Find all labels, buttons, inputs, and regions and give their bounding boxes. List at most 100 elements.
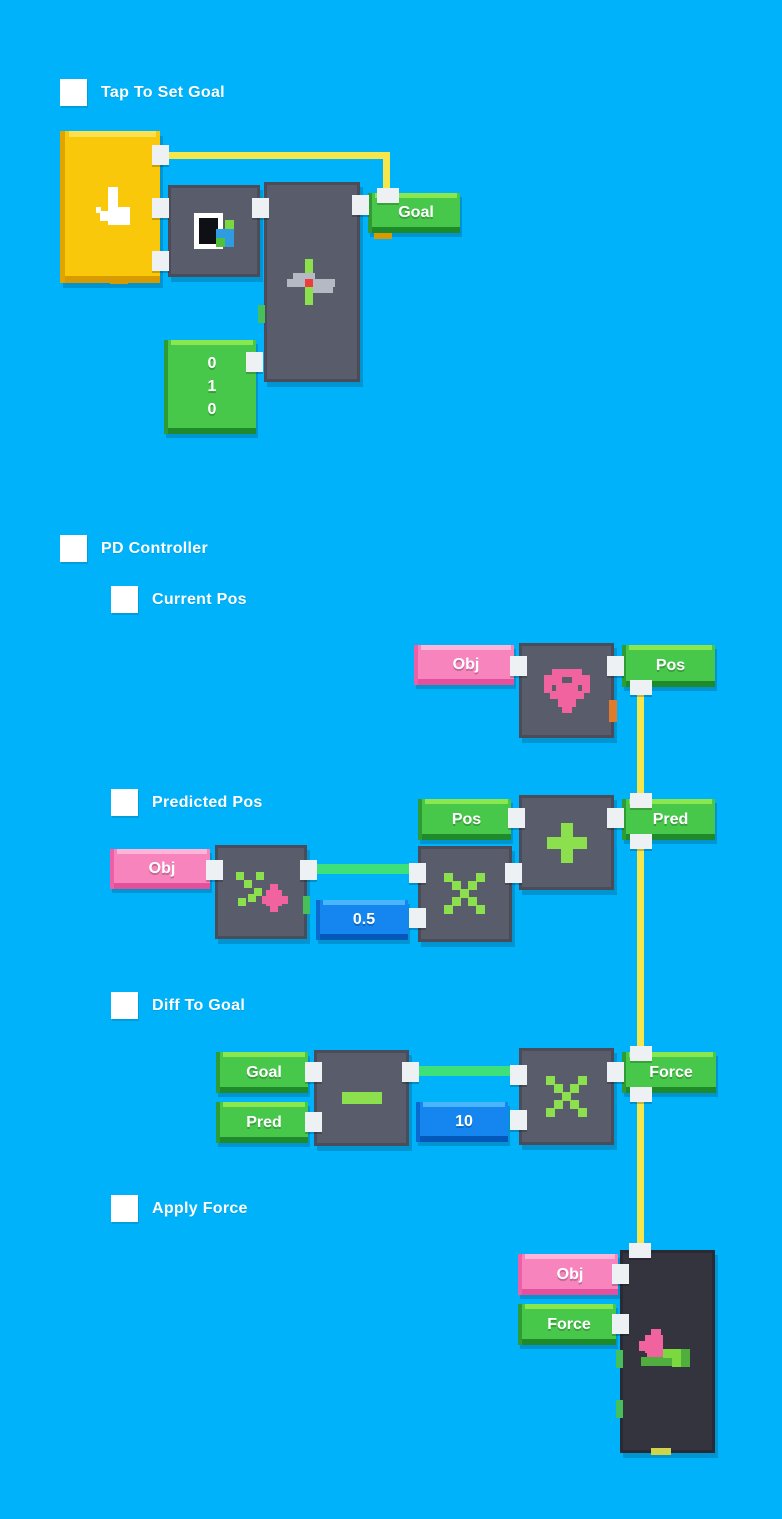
chip-label: Pos [655, 657, 686, 674]
chip-gain-constant[interactable]: 10 [416, 1102, 508, 1142]
section-header-apply-force[interactable]: Apply Force [111, 1195, 248, 1222]
socket-screen-to-world-out[interactable] [252, 198, 269, 218]
socket-raycast-in-normal[interactable] [246, 352, 263, 372]
socket-apply-in-force[interactable] [612, 1314, 629, 1334]
socket-subtract-in-b[interactable] [305, 1112, 322, 1132]
socket-tap-out-1[interactable] [152, 145, 169, 165]
socket-force-top[interactable] [630, 1046, 652, 1061]
socket-pos-bottom[interactable] [630, 680, 652, 695]
node-nub [374, 233, 392, 239]
socket-tap-out-2[interactable] [152, 198, 169, 218]
socket-goal-top[interactable] [377, 188, 399, 203]
vector-x-value: 0 [207, 355, 217, 372]
node-nub [651, 1448, 671, 1455]
socket-pred-bottom[interactable] [630, 834, 652, 849]
socket-getpos-out[interactable] [607, 656, 624, 676]
node-graph-canvas[interactable]: Tap To Set Goal PD Controller Current Po… [0, 0, 782, 1519]
wire-pred-to-force [637, 840, 644, 1052]
socket-subtract-out[interactable] [402, 1062, 419, 1082]
socket-multiply-in-a[interactable] [409, 863, 426, 883]
chip-label: Obj [452, 656, 480, 673]
node-add[interactable] [519, 795, 614, 890]
node-on-tap[interactable] [60, 131, 160, 283]
node-multiply-gain[interactable] [519, 1048, 614, 1145]
wire-subtract-to-multiply [414, 1066, 519, 1076]
node-nub [616, 1400, 623, 1418]
chip-vector-constant[interactable]: 0 1 0 [164, 340, 256, 434]
section-label: Diff To Goal [152, 996, 246, 1014]
chip-pred-input[interactable]: Pred [216, 1102, 308, 1143]
section-checkbox[interactable] [111, 992, 138, 1019]
socket-pred-top[interactable] [630, 793, 652, 808]
section-header-diff-to-goal[interactable]: Diff To Goal [111, 992, 245, 1019]
socket-add-out[interactable] [607, 808, 624, 828]
section-checkbox[interactable] [111, 586, 138, 613]
node-nub [110, 277, 128, 284]
node-screen-to-world[interactable] [168, 185, 260, 277]
chip-label: Pred [246, 1113, 282, 1131]
socket-subtract-in-a[interactable] [305, 1062, 322, 1082]
chip-label: Pred [652, 810, 689, 828]
node-apply-force[interactable] [620, 1250, 715, 1453]
chip-obj-predicted-pos[interactable]: Obj [110, 849, 210, 889]
section-checkbox[interactable] [111, 789, 138, 816]
socket-force-multiply-in-b[interactable] [510, 1110, 527, 1130]
socket-force-multiply-out[interactable] [607, 1062, 624, 1082]
chip-label: Pos [451, 810, 482, 828]
socket-tap-out-3[interactable] [152, 251, 169, 271]
socket-getpos-in-obj[interactable] [510, 656, 527, 676]
socket-multiply-out[interactable] [505, 863, 522, 883]
chip-label: Goal [246, 1063, 282, 1081]
chip-label: Force [547, 1315, 591, 1333]
vector-y-value: 1 [207, 378, 217, 395]
section-checkbox[interactable] [60, 79, 87, 106]
socket-getvel-in-obj[interactable] [206, 860, 223, 880]
node-nub [616, 1350, 623, 1368]
apply-force-icon [638, 1328, 697, 1375]
screen-to-world-icon [192, 211, 236, 251]
position-marker-icon [543, 668, 590, 713]
section-label: Apply Force [152, 1199, 248, 1217]
section-label: Predicted Pos [152, 793, 263, 811]
node-multiply-velocity[interactable] [418, 846, 512, 942]
node-nub [609, 700, 617, 722]
raycast-plane-icon [283, 259, 341, 305]
chip-pos-input-add[interactable]: Pos [418, 799, 511, 840]
socket-apply-in-obj[interactable] [612, 1264, 629, 1284]
vector-z-value: 0 [207, 401, 217, 418]
chip-goal-input[interactable]: Goal [216, 1052, 308, 1093]
socket-add-in-a[interactable] [508, 808, 525, 828]
node-nub [303, 896, 310, 914]
section-checkbox[interactable] [111, 1195, 138, 1222]
plus-icon [546, 822, 587, 863]
constant-value: 0.5 [352, 911, 376, 928]
node-get-position[interactable] [519, 643, 614, 738]
multiply-icon [444, 873, 486, 915]
socket-force-bottom[interactable] [630, 1087, 652, 1102]
chip-force-input[interactable]: Force [518, 1304, 616, 1345]
socket-apply-top[interactable] [629, 1243, 651, 1258]
chip-lookahead-constant[interactable]: 0.5 [316, 900, 408, 940]
chip-label: Force [649, 1063, 693, 1081]
socket-force-multiply-in-a[interactable] [510, 1065, 527, 1085]
node-subtract[interactable] [314, 1050, 409, 1146]
wire-tap-to-goal-h [160, 152, 390, 159]
chip-obj-current-pos[interactable]: Obj [414, 645, 514, 685]
section-header-current-pos[interactable]: Current Pos [111, 586, 247, 613]
wire-force-to-apply [637, 1092, 644, 1250]
section-label: PD Controller [101, 539, 209, 557]
node-raycast-plane[interactable] [264, 182, 360, 382]
socket-raycast-out[interactable] [352, 195, 369, 215]
section-header-tap-to-set-goal[interactable]: Tap To Set Goal [60, 79, 225, 106]
socket-getvel-out[interactable] [300, 860, 317, 880]
chip-label: Obj [148, 860, 176, 877]
node-get-velocity[interactable] [215, 845, 307, 939]
section-header-pd-controller[interactable]: PD Controller [60, 535, 208, 562]
chip-obj-apply-force[interactable]: Obj [518, 1254, 618, 1295]
wire-velocity-to-multiply [313, 864, 418, 874]
socket-multiply-in-b[interactable] [409, 908, 426, 928]
section-header-predicted-pos[interactable]: Predicted Pos [111, 789, 263, 816]
constant-value: 10 [455, 1113, 473, 1130]
section-checkbox[interactable] [60, 535, 87, 562]
section-label: Tap To Set Goal [101, 83, 225, 101]
